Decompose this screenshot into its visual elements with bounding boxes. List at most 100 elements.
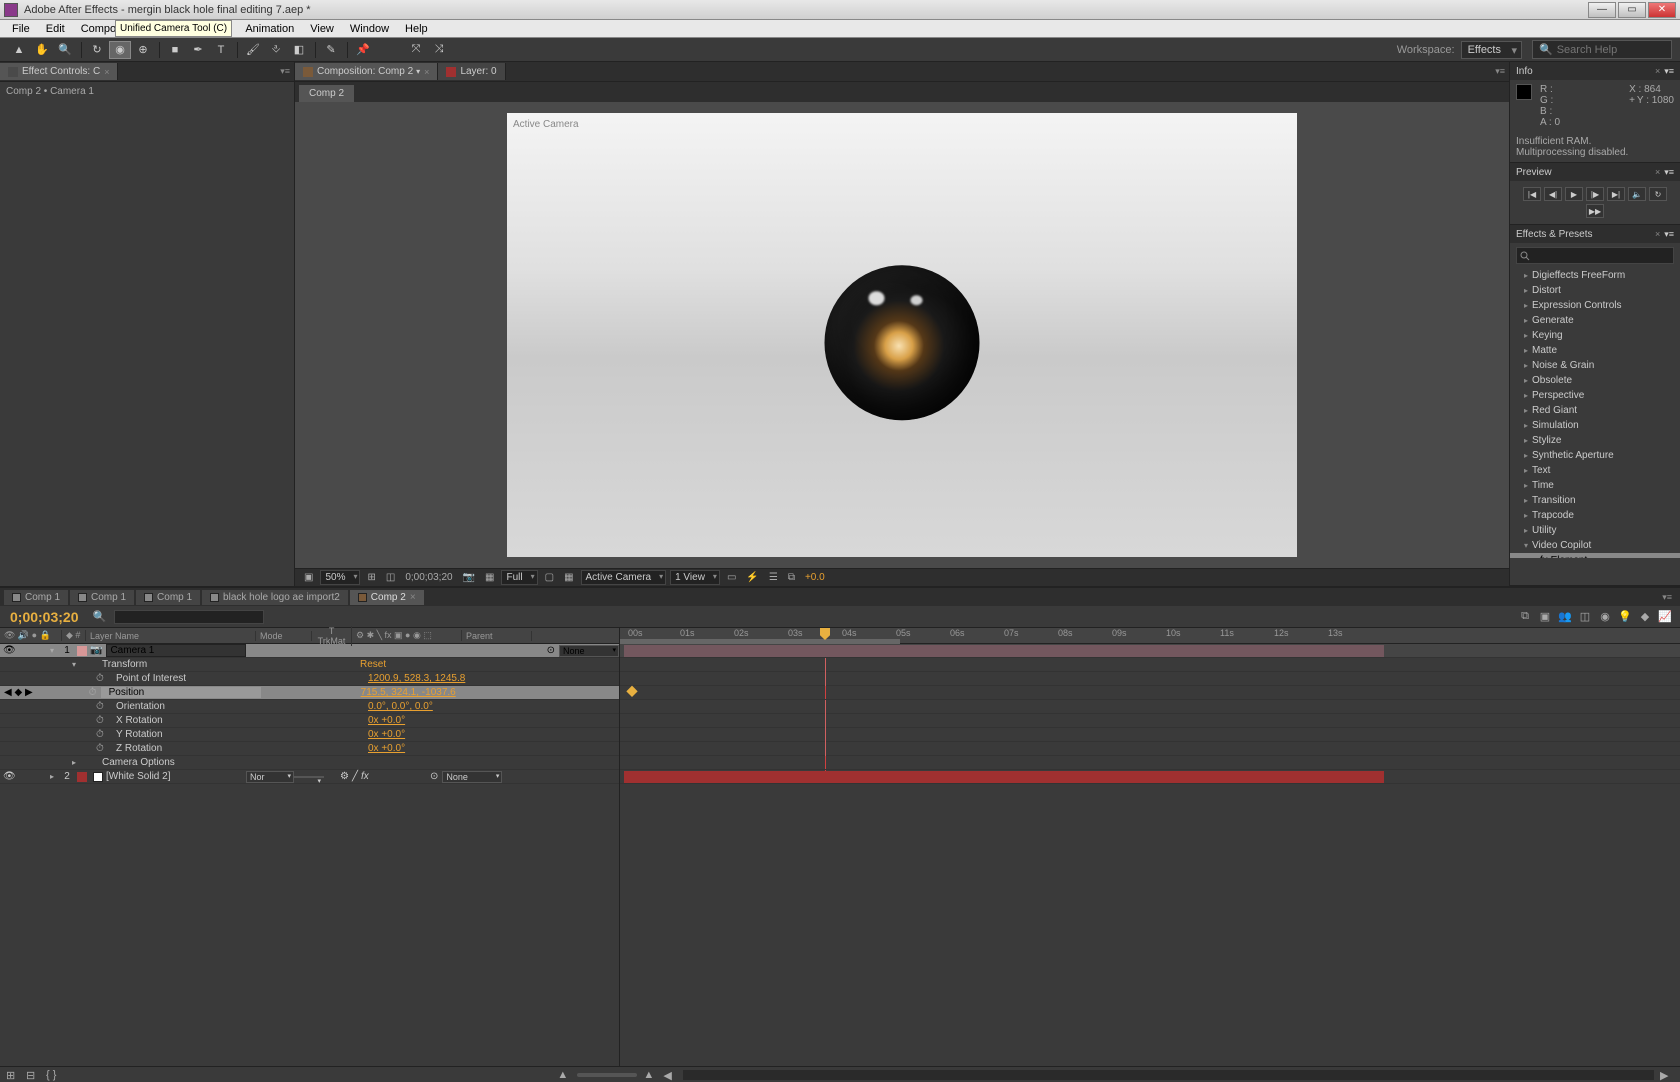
effect-category[interactable]: ▸Keying [1510, 328, 1680, 343]
composition-tab[interactable]: Composition: Comp 2 ▾ × [295, 63, 438, 80]
pixel-aspect-icon[interactable]: ▭ [724, 572, 739, 583]
pen-tool-icon[interactable]: ✒ [187, 41, 209, 59]
fast-previews-icon[interactable]: ⚡ [743, 572, 761, 583]
local-axis-icon[interactable]: ⤧ [405, 41, 427, 59]
selection-tool-icon[interactable]: ▲ [8, 41, 30, 59]
panel-close-icon[interactable]: × [1655, 167, 1660, 177]
workspace-dropdown[interactable]: Effects [1461, 41, 1522, 59]
mute-icon[interactable]: 🔈 [1628, 187, 1646, 201]
roi-icon[interactable]: ▢ [542, 572, 557, 583]
toggle-switches-icon[interactable]: ⊞ [6, 1069, 20, 1081]
property-orientation[interactable]: ⏱ Orientation 0.0°, 0.0°, 0.0° [0, 700, 619, 714]
pan-behind-tool-icon[interactable]: ⊕ [132, 41, 154, 59]
effect-category[interactable]: ▸Time [1510, 478, 1680, 493]
timeline-tab-active[interactable]: Comp 2× [350, 590, 424, 605]
zoom-slider[interactable] [577, 1073, 637, 1077]
trkmat-dropdown[interactable] [294, 776, 324, 778]
panel-menu-icon[interactable]: ▾≡ [280, 66, 290, 77]
effect-category[interactable]: ▸Noise & Grain [1510, 358, 1680, 373]
effect-item-element[interactable]: fx Element [1510, 553, 1680, 558]
menu-help[interactable]: Help [397, 21, 436, 37]
mask-icon[interactable]: ◫ [383, 572, 398, 583]
effect-category[interactable]: ▸Perspective [1510, 388, 1680, 403]
puppet-tool-icon[interactable]: 📌 [352, 41, 374, 59]
comp-inner-tab[interactable]: Comp 2 [299, 85, 354, 102]
layer-row-camera[interactable]: 👁 ▾ 1 📷 Camera 1 ⊙ None [0, 644, 619, 658]
camera-tool-icon[interactable]: ◉ [109, 41, 131, 59]
scroll-left-icon[interactable]: ◀ [663, 1069, 677, 1081]
property-camera-options[interactable]: ▸ Camera Options [0, 756, 619, 770]
hide-shy-icon[interactable]: 👥 [1556, 609, 1574, 625]
scroll-right-icon[interactable]: ▶ [1660, 1069, 1674, 1081]
roto-tool-icon[interactable]: ✎ [320, 41, 342, 59]
property-group-transform[interactable]: ▾ Transform Reset [0, 658, 619, 672]
eraser-tool-icon[interactable]: ◧ [288, 41, 310, 59]
graph-editor-icon[interactable]: 📈 [1656, 609, 1674, 625]
composition-viewer[interactable]: Active Camera [295, 102, 1509, 568]
effect-category[interactable]: ▸Matte [1510, 343, 1680, 358]
panel-menu-icon[interactable]: ▾≡ [1495, 66, 1505, 77]
loop-icon[interactable]: ↻ [1649, 187, 1667, 201]
flowchart-icon[interactable]: ⧉ [785, 572, 798, 583]
brush-tool-icon[interactable]: 🖌 [242, 41, 264, 59]
effect-category[interactable]: ▸Red Giant [1510, 403, 1680, 418]
timecode-display[interactable]: 0;00;03;20 [402, 572, 455, 583]
tab-close-icon[interactable]: × [424, 67, 429, 77]
effect-category-video-copilot[interactable]: ▾Video Copilot [1510, 538, 1680, 553]
effect-category[interactable]: ▸Text [1510, 463, 1680, 478]
next-frame-icon[interactable]: |▶ [1586, 187, 1604, 201]
close-button[interactable]: ✕ [1648, 2, 1676, 18]
effect-category[interactable]: ▸Obsolete [1510, 373, 1680, 388]
show-channel-icon[interactable]: ▦ [482, 572, 497, 583]
always-preview-icon[interactable]: ▣ [301, 572, 316, 583]
search-help-input[interactable] [1557, 44, 1665, 56]
layer-tab[interactable]: Layer: 0 [438, 63, 505, 80]
property-point-of-interest[interactable]: ⏱ Point of Interest 1200.9, 528.3, 1245.… [0, 672, 619, 686]
world-axis-icon[interactable]: ⤨ [428, 41, 450, 59]
maximize-button[interactable]: ▭ [1618, 2, 1646, 18]
timeline-tab[interactable]: Comp 1 [70, 590, 134, 605]
effect-controls-tab[interactable]: Effect Controls: C × [0, 63, 118, 80]
zoom-out-icon[interactable]: ▲ [557, 1069, 571, 1081]
current-time-display[interactable]: 0;00;03;20 [0, 609, 89, 625]
zoom-dropdown[interactable]: 50% [320, 570, 360, 585]
effects-search-input[interactable] [1516, 247, 1674, 264]
blend-mode-dropdown[interactable]: Nor [246, 771, 294, 783]
tab-close-icon[interactable]: × [104, 67, 109, 77]
brainstorm-icon[interactable]: 💡 [1616, 609, 1634, 625]
effect-category[interactable]: ▸Trapcode [1510, 508, 1680, 523]
timeline-tab[interactable]: Comp 1 [136, 590, 200, 605]
parent-dropdown[interactable]: None [559, 645, 619, 657]
hand-tool-icon[interactable]: ✋ [31, 41, 53, 59]
ram-preview-icon[interactable]: ▶▶ [1586, 204, 1604, 218]
effect-category[interactable]: ▸Simulation [1510, 418, 1680, 433]
grid-icon[interactable]: ⊞ [364, 572, 378, 583]
effect-category[interactable]: ▸Digieffects FreeForm [1510, 268, 1680, 283]
views-dropdown[interactable]: 1 View [670, 570, 720, 585]
parent-dropdown[interactable]: None [442, 771, 502, 783]
menu-view[interactable]: View [302, 21, 342, 37]
draft-3d-icon[interactable]: ▣ [1536, 609, 1554, 625]
time-ruler[interactable]: 00s 01s 02s 03s 04s 05s 06s 07s 08s 09s … [620, 628, 1680, 644]
keyframe-icon[interactable] [626, 686, 637, 697]
zoom-tool-icon[interactable]: 🔍 [54, 41, 76, 59]
panel-close-icon[interactable]: × [1655, 229, 1660, 239]
zoom-in-icon[interactable]: ▲ [643, 1069, 657, 1081]
timeline-tab[interactable]: black hole logo ae import2 [202, 590, 348, 605]
menu-edit[interactable]: Edit [38, 21, 73, 37]
timeline-tab[interactable]: Comp 1 [4, 590, 68, 605]
toggle-modes-icon[interactable]: ⊟ [26, 1069, 40, 1081]
comp-mini-flowchart-icon[interactable]: ⧉ [1516, 609, 1534, 625]
last-frame-icon[interactable]: ▶| [1607, 187, 1625, 201]
timeline-search-input[interactable] [114, 610, 264, 624]
first-frame-icon[interactable]: |◀ [1523, 187, 1541, 201]
prev-frame-icon[interactable]: ◀| [1544, 187, 1562, 201]
effect-category[interactable]: ▸Synthetic Aperture [1510, 448, 1680, 463]
menu-animation[interactable]: Animation [237, 21, 302, 37]
property-y-rotation[interactable]: ⏱ Y Rotation 0x +0.0° [0, 728, 619, 742]
panel-menu-icon[interactable]: ▾≡ [1662, 592, 1672, 603]
play-icon[interactable]: ▶ [1565, 187, 1583, 201]
frame-blend-icon[interactable]: ◫ [1576, 609, 1594, 625]
motion-blur-icon[interactable]: ◉ [1596, 609, 1614, 625]
clone-tool-icon[interactable]: ⎀ [265, 41, 287, 59]
